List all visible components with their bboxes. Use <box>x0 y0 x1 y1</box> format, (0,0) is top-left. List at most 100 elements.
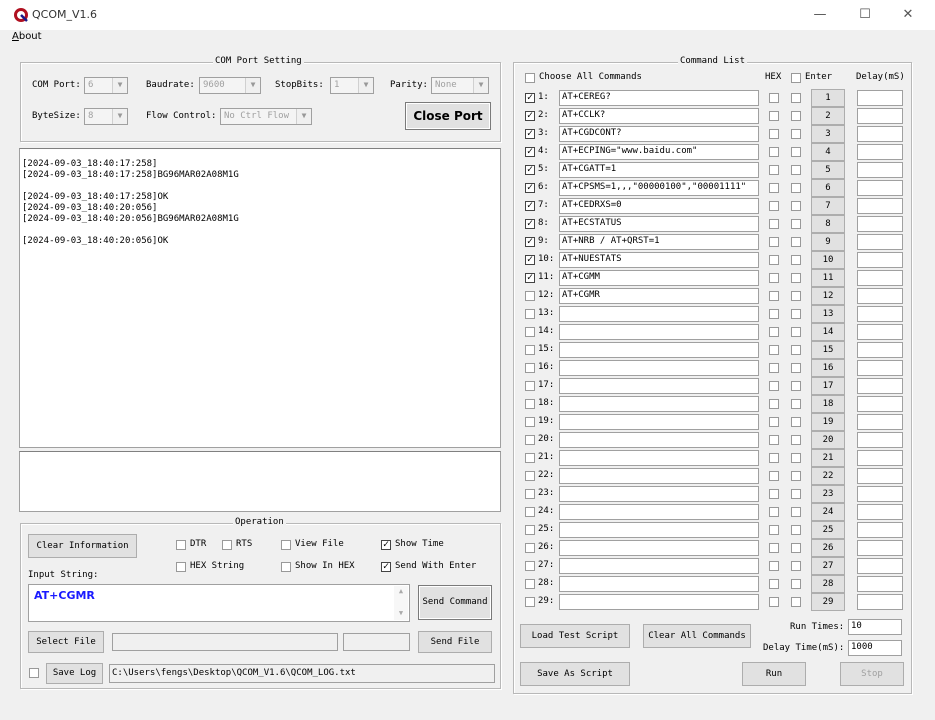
command-delay-input[interactable] <box>857 540 903 556</box>
file-path-field[interactable] <box>112 633 338 651</box>
clear-all-commands-button[interactable]: Clear All Commands <box>643 624 751 648</box>
command-send-button[interactable]: 15 <box>811 341 845 359</box>
command-enable-checkbox[interactable]: ✓ <box>525 237 535 247</box>
command-send-button[interactable]: 8 <box>811 215 845 233</box>
command-enter-checkbox[interactable] <box>791 183 801 193</box>
command-hex-checkbox[interactable] <box>769 201 779 211</box>
command-hex-checkbox[interactable] <box>769 543 779 553</box>
command-enter-checkbox[interactable] <box>791 381 801 391</box>
command-enable-checkbox[interactable] <box>525 399 535 409</box>
run-times-input[interactable]: 10 <box>848 619 902 635</box>
command-enable-checkbox[interactable] <box>525 363 535 373</box>
input-scrollbar[interactable]: ▲ ▼ <box>394 586 408 620</box>
command-input[interactable] <box>559 468 759 484</box>
close-window-button[interactable]: ✕ <box>888 4 928 26</box>
command-delay-input[interactable] <box>857 288 903 304</box>
command-hex-checkbox[interactable] <box>769 93 779 103</box>
com-port-select[interactable]: 6 ▼ <box>84 77 128 94</box>
command-enable-checkbox[interactable] <box>525 345 535 355</box>
command-input[interactable]: AT+CEREG? <box>559 90 759 106</box>
command-enter-checkbox[interactable] <box>791 111 801 121</box>
command-delay-input[interactable] <box>857 108 903 124</box>
command-input[interactable] <box>559 324 759 340</box>
command-enter-checkbox[interactable] <box>791 597 801 607</box>
secondary-output[interactable] <box>19 451 501 512</box>
command-enter-checkbox[interactable] <box>791 417 801 427</box>
command-delay-input[interactable] <box>857 414 903 430</box>
send-file-button[interactable]: Send File <box>418 631 492 653</box>
command-input[interactable]: AT+CPSMS=1,,,"00000100","00001111" <box>559 180 759 196</box>
command-hex-checkbox[interactable] <box>769 381 779 391</box>
command-input[interactable] <box>559 522 759 538</box>
command-delay-input[interactable] <box>857 180 903 196</box>
close-port-button[interactable]: Close Port <box>405 102 491 130</box>
command-enable-checkbox[interactable] <box>525 417 535 427</box>
command-delay-input[interactable] <box>857 450 903 466</box>
command-enter-checkbox[interactable] <box>791 363 801 373</box>
baudrate-select[interactable]: 9600 ▼ <box>199 77 261 94</box>
command-send-button[interactable]: 20 <box>811 431 845 449</box>
command-hex-checkbox[interactable] <box>769 237 779 247</box>
show-time-checkbox[interactable]: ✓ <box>381 540 391 550</box>
command-enable-checkbox[interactable] <box>525 381 535 391</box>
command-send-button[interactable]: 26 <box>811 539 845 557</box>
hex-string-checkbox[interactable] <box>176 562 186 572</box>
dtr-checkbox[interactable] <box>176 540 186 550</box>
command-delay-input[interactable] <box>857 486 903 502</box>
command-enable-checkbox[interactable] <box>525 525 535 535</box>
command-enter-checkbox[interactable] <box>791 435 801 445</box>
command-send-button[interactable]: 19 <box>811 413 845 431</box>
clear-information-button[interactable]: Clear Information <box>28 534 137 558</box>
save-log-button[interactable]: Save Log <box>46 663 103 684</box>
command-enter-checkbox[interactable] <box>791 201 801 211</box>
command-enter-checkbox[interactable] <box>791 489 801 499</box>
rts-checkbox[interactable] <box>222 540 232 550</box>
command-hex-checkbox[interactable] <box>769 129 779 139</box>
command-enter-checkbox[interactable] <box>791 453 801 463</box>
command-hex-checkbox[interactable] <box>769 489 779 499</box>
command-hex-checkbox[interactable] <box>769 471 779 481</box>
command-enable-checkbox[interactable] <box>525 543 535 553</box>
log-path-field[interactable]: C:\Users\fengs\Desktop\QCOM_V1.6\QCOM_LO… <box>109 664 495 683</box>
command-input[interactable] <box>559 432 759 448</box>
command-enable-checkbox[interactable] <box>525 507 535 517</box>
stop-button[interactable]: Stop <box>840 662 904 686</box>
command-send-button[interactable]: 6 <box>811 179 845 197</box>
command-input[interactable]: AT+CCLK? <box>559 108 759 124</box>
command-send-button[interactable]: 10 <box>811 251 845 269</box>
command-send-button[interactable]: 23 <box>811 485 845 503</box>
command-enter-checkbox[interactable] <box>791 291 801 301</box>
command-input[interactable]: AT+CGATT=1 <box>559 162 759 178</box>
command-hex-checkbox[interactable] <box>769 183 779 193</box>
command-enable-checkbox[interactable] <box>525 435 535 445</box>
command-enter-checkbox[interactable] <box>791 327 801 337</box>
command-delay-input[interactable] <box>857 360 903 376</box>
command-input[interactable] <box>559 342 759 358</box>
command-input[interactable] <box>559 558 759 574</box>
select-file-button[interactable]: Select File <box>28 631 104 653</box>
command-delay-input[interactable] <box>857 504 903 520</box>
command-delay-input[interactable] <box>857 216 903 232</box>
command-input[interactable] <box>559 594 759 610</box>
command-enable-checkbox[interactable] <box>525 471 535 481</box>
command-enable-checkbox[interactable] <box>525 489 535 499</box>
command-enable-checkbox[interactable]: ✓ <box>525 165 535 175</box>
command-input[interactable]: AT+NRB / AT+QRST=1 <box>559 234 759 250</box>
run-button[interactable]: Run <box>742 662 806 686</box>
command-hex-checkbox[interactable] <box>769 507 779 517</box>
minimize-button[interactable]: — <box>800 4 840 26</box>
delay-time-input[interactable]: 1000 <box>848 640 902 656</box>
command-hex-checkbox[interactable] <box>769 291 779 301</box>
command-input[interactable]: AT+CEDRXS=0 <box>559 198 759 214</box>
command-enable-checkbox[interactable]: ✓ <box>525 147 535 157</box>
flow-control-select[interactable]: No Ctrl Flow ▼ <box>220 108 312 125</box>
log-output[interactable]: [2024-09-03_18:40:17:258] [2024-09-03_18… <box>19 148 501 448</box>
command-input[interactable]: AT+ECSTATUS <box>559 216 759 232</box>
command-enter-checkbox[interactable] <box>791 255 801 265</box>
command-send-button[interactable]: 4 <box>811 143 845 161</box>
command-send-button[interactable]: 22 <box>811 467 845 485</box>
command-input[interactable]: AT+NUESTATS <box>559 252 759 268</box>
command-hex-checkbox[interactable] <box>769 255 779 265</box>
command-enter-checkbox[interactable] <box>791 561 801 571</box>
command-enable-checkbox[interactable] <box>525 309 535 319</box>
